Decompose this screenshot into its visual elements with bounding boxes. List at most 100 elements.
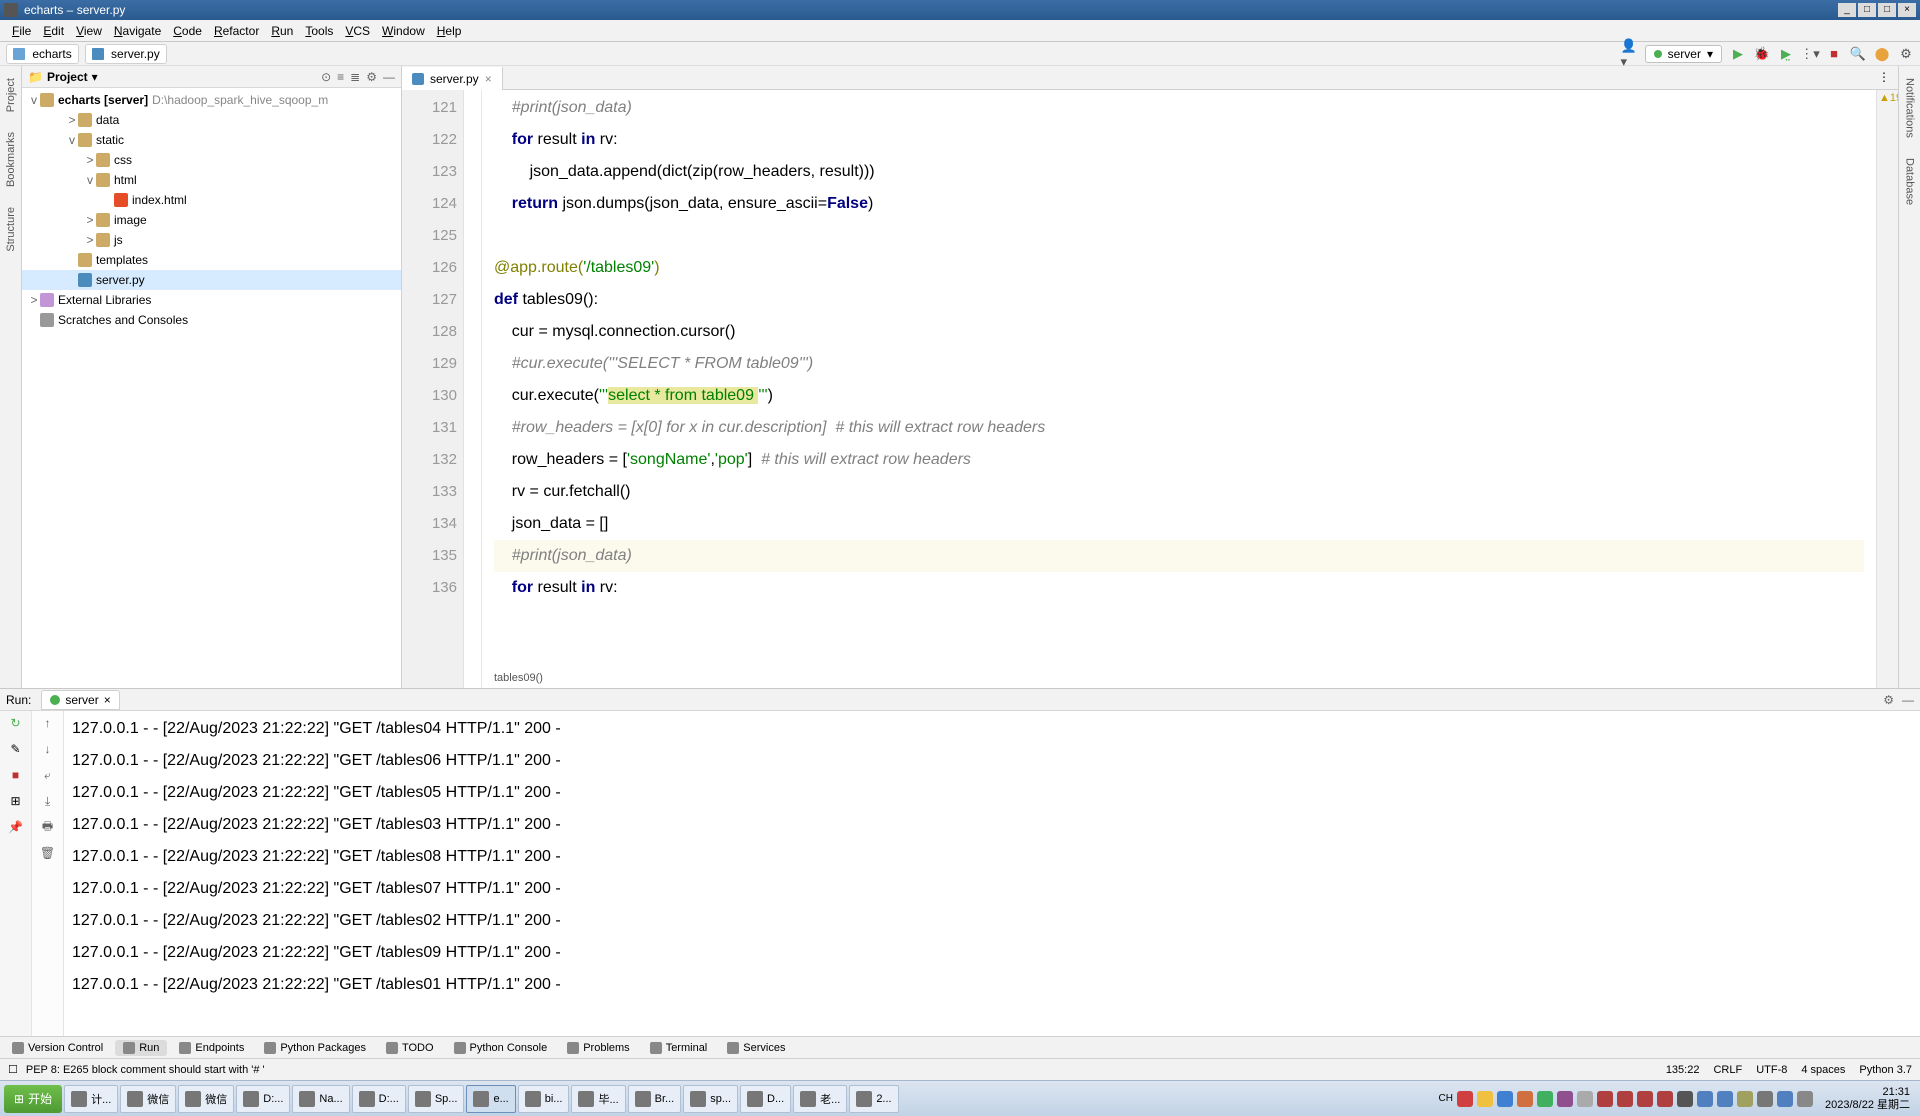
bookmarks-tool-tab[interactable]: Bookmarks [3, 126, 19, 193]
tray-icon[interactable] [1697, 1091, 1713, 1107]
tree-item[interactable]: Scratches and Consoles [22, 310, 401, 330]
tray-icon[interactable] [1677, 1091, 1693, 1107]
soft-wrap-button[interactable]: ⤶ [40, 767, 56, 783]
status-item[interactable]: 135:22 [1666, 1064, 1700, 1076]
chevron-down-icon[interactable]: ▾ [92, 70, 98, 84]
stop-button[interactable]: ■ [8, 767, 24, 783]
stop-button[interactable]: ■ [1826, 46, 1842, 62]
restore-button[interactable]: □ [1858, 3, 1876, 17]
search-everywhere-button[interactable]: 🔍 [1850, 46, 1866, 62]
tray-icon[interactable] [1517, 1091, 1533, 1107]
tree-item[interactable]: >data [22, 110, 401, 130]
taskbar-item[interactable]: D... [740, 1085, 791, 1113]
menu-vcs[interactable]: VCS [339, 22, 376, 40]
collapse-all-icon[interactable]: ≣ [350, 70, 360, 84]
tree-item[interactable]: >image [22, 210, 401, 230]
menu-refactor[interactable]: Refactor [208, 22, 265, 40]
code-line[interactable]: #print(json_data) [494, 540, 1864, 572]
select-opened-file-icon[interactable]: ⊙ [321, 70, 331, 84]
notifications-tool-tab[interactable]: Notifications [1902, 72, 1918, 144]
ide-updates-icon[interactable]: ⬤ [1874, 46, 1890, 62]
tray-icon[interactable] [1737, 1091, 1753, 1107]
code-line[interactable]: @app.route('/tables09') [494, 252, 1864, 284]
maximize-button[interactable]: □ [1878, 3, 1896, 17]
status-bar-icon[interactable]: ☐ [8, 1063, 18, 1076]
console-output[interactable]: 127.0.0.1 - - [22/Aug/2023 21:22:22] "GE… [64, 711, 1920, 1036]
status-item[interactable]: 4 spaces [1801, 1064, 1845, 1076]
code-line[interactable]: json_data = [] [494, 508, 1864, 540]
layout-button[interactable]: ⊞ [8, 793, 24, 809]
tray-icon[interactable] [1757, 1091, 1773, 1107]
code-line[interactable]: for result in rv: [494, 124, 1864, 156]
tool-problems[interactable]: Problems [559, 1040, 637, 1056]
hide-panel-icon[interactable]: — [383, 70, 395, 84]
structure-tool-tab[interactable]: Structure [3, 201, 19, 258]
settings-icon[interactable]: ⚙ [1883, 693, 1894, 707]
tool-services[interactable]: Services [719, 1040, 793, 1056]
tree-item[interactable]: vhtml [22, 170, 401, 190]
taskbar-item[interactable]: Na... [292, 1085, 349, 1113]
tree-item[interactable]: index.html [22, 190, 401, 210]
menu-view[interactable]: View [70, 22, 108, 40]
taskbar-clock[interactable]: 21:31 2023/8/22 星期二 [1825, 1086, 1910, 1110]
tree-item[interactable]: vstatic [22, 130, 401, 150]
tray-icon[interactable] [1457, 1091, 1473, 1107]
taskbar-item[interactable]: 微信 [120, 1085, 176, 1113]
taskbar-item[interactable]: 计... [64, 1085, 118, 1113]
code-line[interactable]: for result in rv: [494, 572, 1864, 604]
tray-icon[interactable] [1617, 1091, 1633, 1107]
taskbar-item[interactable]: 老... [793, 1085, 847, 1113]
status-item[interactable]: UTF-8 [1756, 1064, 1787, 1076]
editor-tab[interactable]: server.py × [402, 67, 503, 90]
menu-file[interactable]: File [6, 22, 37, 40]
project-root[interactable]: v echarts [server] D:\hadoop_spark_hive_… [22, 90, 401, 110]
rerun-button[interactable]: ↻ [8, 715, 24, 731]
taskbar-item[interactable]: e... [466, 1085, 515, 1113]
close-tab-icon[interactable]: × [485, 72, 492, 86]
start-button[interactable]: ⊞ 开始 [4, 1085, 62, 1113]
taskbar-item[interactable]: Sp... [408, 1085, 465, 1113]
tray-icon[interactable] [1657, 1091, 1673, 1107]
editor-more-icon[interactable]: ⋮ [1870, 66, 1898, 89]
menu-help[interactable]: Help [431, 22, 468, 40]
settings-icon[interactable]: ⚙ [366, 70, 377, 84]
tray-icon[interactable] [1577, 1091, 1593, 1107]
tree-item[interactable]: server.py [22, 270, 401, 290]
tool-endpoints[interactable]: Endpoints [171, 1040, 252, 1056]
code-line[interactable]: cur = mysql.connection.cursor() [494, 316, 1864, 348]
tray-icon[interactable] [1717, 1091, 1733, 1107]
hide-panel-icon[interactable]: — [1902, 693, 1914, 707]
menu-edit[interactable]: Edit [37, 22, 70, 40]
warning-icon[interactable]: ▲19 [1879, 92, 1898, 105]
taskbar-item[interactable]: bi... [518, 1085, 570, 1113]
breadcrumb-file[interactable]: server.py [85, 44, 167, 64]
tool-terminal[interactable]: Terminal [642, 1040, 716, 1056]
tree-item[interactable]: >External Libraries [22, 290, 401, 310]
menu-navigate[interactable]: Navigate [108, 22, 167, 40]
clear-button[interactable]: 🗑 [40, 845, 56, 861]
print-button[interactable]: 🖶 [40, 819, 56, 835]
tray-icon[interactable] [1477, 1091, 1493, 1107]
breadcrumb-root[interactable]: echarts [6, 44, 79, 64]
code-line[interactable] [494, 220, 1864, 252]
code-area[interactable]: #print(json_data) for result in rv: json… [482, 90, 1876, 688]
settings-icon[interactable]: ⚙ [1898, 46, 1914, 62]
menu-window[interactable]: Window [376, 22, 431, 40]
tray-icon[interactable] [1557, 1091, 1573, 1107]
run-button[interactable]: ▶ [1730, 46, 1746, 62]
more-run-button[interactable]: ⋮▾ [1802, 46, 1818, 62]
database-tool-tab[interactable]: Database [1902, 152, 1918, 211]
status-item[interactable]: CRLF [1713, 1064, 1742, 1076]
pin-button[interactable]: 📌 [8, 819, 24, 835]
down-stacktrace-button[interactable]: ↓ [40, 741, 56, 757]
status-item[interactable]: Python 3.7 [1859, 1064, 1912, 1076]
taskbar-item[interactable]: 毕... [571, 1085, 625, 1113]
tray-icon[interactable] [1537, 1091, 1553, 1107]
tree-item[interactable]: >css [22, 150, 401, 170]
menu-code[interactable]: Code [167, 22, 208, 40]
open-run-config-button[interactable]: ✎ [8, 741, 24, 757]
code-line[interactable]: json_data.append(dict(zip(row_headers, r… [494, 156, 1864, 188]
code-line[interactable]: def tables09(): [494, 284, 1864, 316]
editor-breadcrumbs[interactable]: tables09() [482, 672, 1876, 688]
taskbar-item[interactable]: sp... [683, 1085, 738, 1113]
